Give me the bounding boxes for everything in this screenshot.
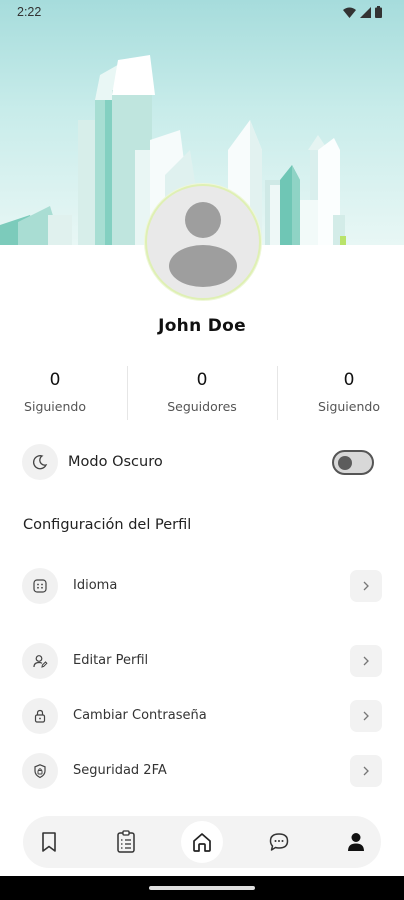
profile-stats: 0 Siguiendo 0 Seguidores 0 Siguiendo <box>0 364 404 424</box>
stat-followers-label: Seguidores <box>167 399 237 414</box>
edit-user-icon <box>22 643 58 679</box>
status-icons <box>343 6 382 18</box>
menu-item-label: Cambiar Contraseña <box>73 708 207 723</box>
menu-item-label: Editar Perfil <box>73 653 149 668</box>
menu-item-2fa[interactable]: Seguridad 2FA <box>22 753 382 791</box>
gesture-handle[interactable] <box>149 886 255 890</box>
home-icon <box>193 833 211 852</box>
nav-home[interactable] <box>181 821 223 863</box>
signal-icon <box>360 6 371 18</box>
profile-icon <box>348 833 364 851</box>
status-time: 2:22 <box>17 5 42 19</box>
menu-item-edit-profile[interactable]: Editar Perfil <box>22 643 382 681</box>
toggle-knob <box>338 455 352 470</box>
dark-mode-row: Modo Oscuro <box>22 444 374 484</box>
dark-mode-toggle[interactable] <box>332 450 374 475</box>
chevron-right-icon[interactable] <box>350 570 382 602</box>
chat-icon <box>269 833 289 851</box>
nav-profile[interactable] <box>335 821 377 863</box>
moon-icon <box>22 444 58 480</box>
chevron-right-icon[interactable] <box>350 700 382 732</box>
bottom-navigation <box>23 816 381 868</box>
menu-item-label: Seguridad 2FA <box>73 763 167 778</box>
stat-following-2[interactable]: 0 Siguiendo <box>289 364 404 414</box>
nav-tasks[interactable] <box>105 821 147 863</box>
stat-divider <box>277 366 278 420</box>
bookmark-icon <box>42 832 56 852</box>
stat-following-2-value: 0 <box>343 370 355 390</box>
clipboard-list-icon <box>117 830 135 853</box>
user-name: John Doe <box>158 316 246 336</box>
settings-section-title: Configuración del Perfil <box>23 517 192 533</box>
stat-followers-value: 0 <box>196 370 208 390</box>
profile-avatar[interactable] <box>145 184 261 300</box>
stat-following-value: 0 <box>49 370 61 390</box>
nav-chat[interactable] <box>258 821 300 863</box>
battery-icon <box>375 6 382 18</box>
language-icon <box>22 568 58 604</box>
chevron-right-icon[interactable] <box>350 645 382 677</box>
stat-following[interactable]: 0 Siguiendo <box>0 364 115 414</box>
stat-following-label: Siguiendo <box>24 399 86 414</box>
stat-divider <box>127 366 128 420</box>
dark-mode-label: Modo Oscuro <box>68 454 163 470</box>
nav-bookmark[interactable] <box>28 821 70 863</box>
status-bar: 2:22 <box>0 0 404 26</box>
chevron-right-icon[interactable] <box>350 755 382 787</box>
menu-item-language[interactable]: Idioma <box>22 568 382 606</box>
default-user-icon <box>169 202 237 287</box>
lock-icon <box>22 698 58 734</box>
menu-item-change-password[interactable]: Cambiar Contraseña <box>22 698 382 736</box>
shield-icon <box>22 753 58 789</box>
system-navigation-bar <box>0 876 404 900</box>
wifi-icon <box>343 7 356 18</box>
menu-item-label: Idioma <box>73 578 118 593</box>
stat-following-2-label: Siguiendo <box>318 399 380 414</box>
stat-followers[interactable]: 0 Seguidores <box>142 364 262 414</box>
